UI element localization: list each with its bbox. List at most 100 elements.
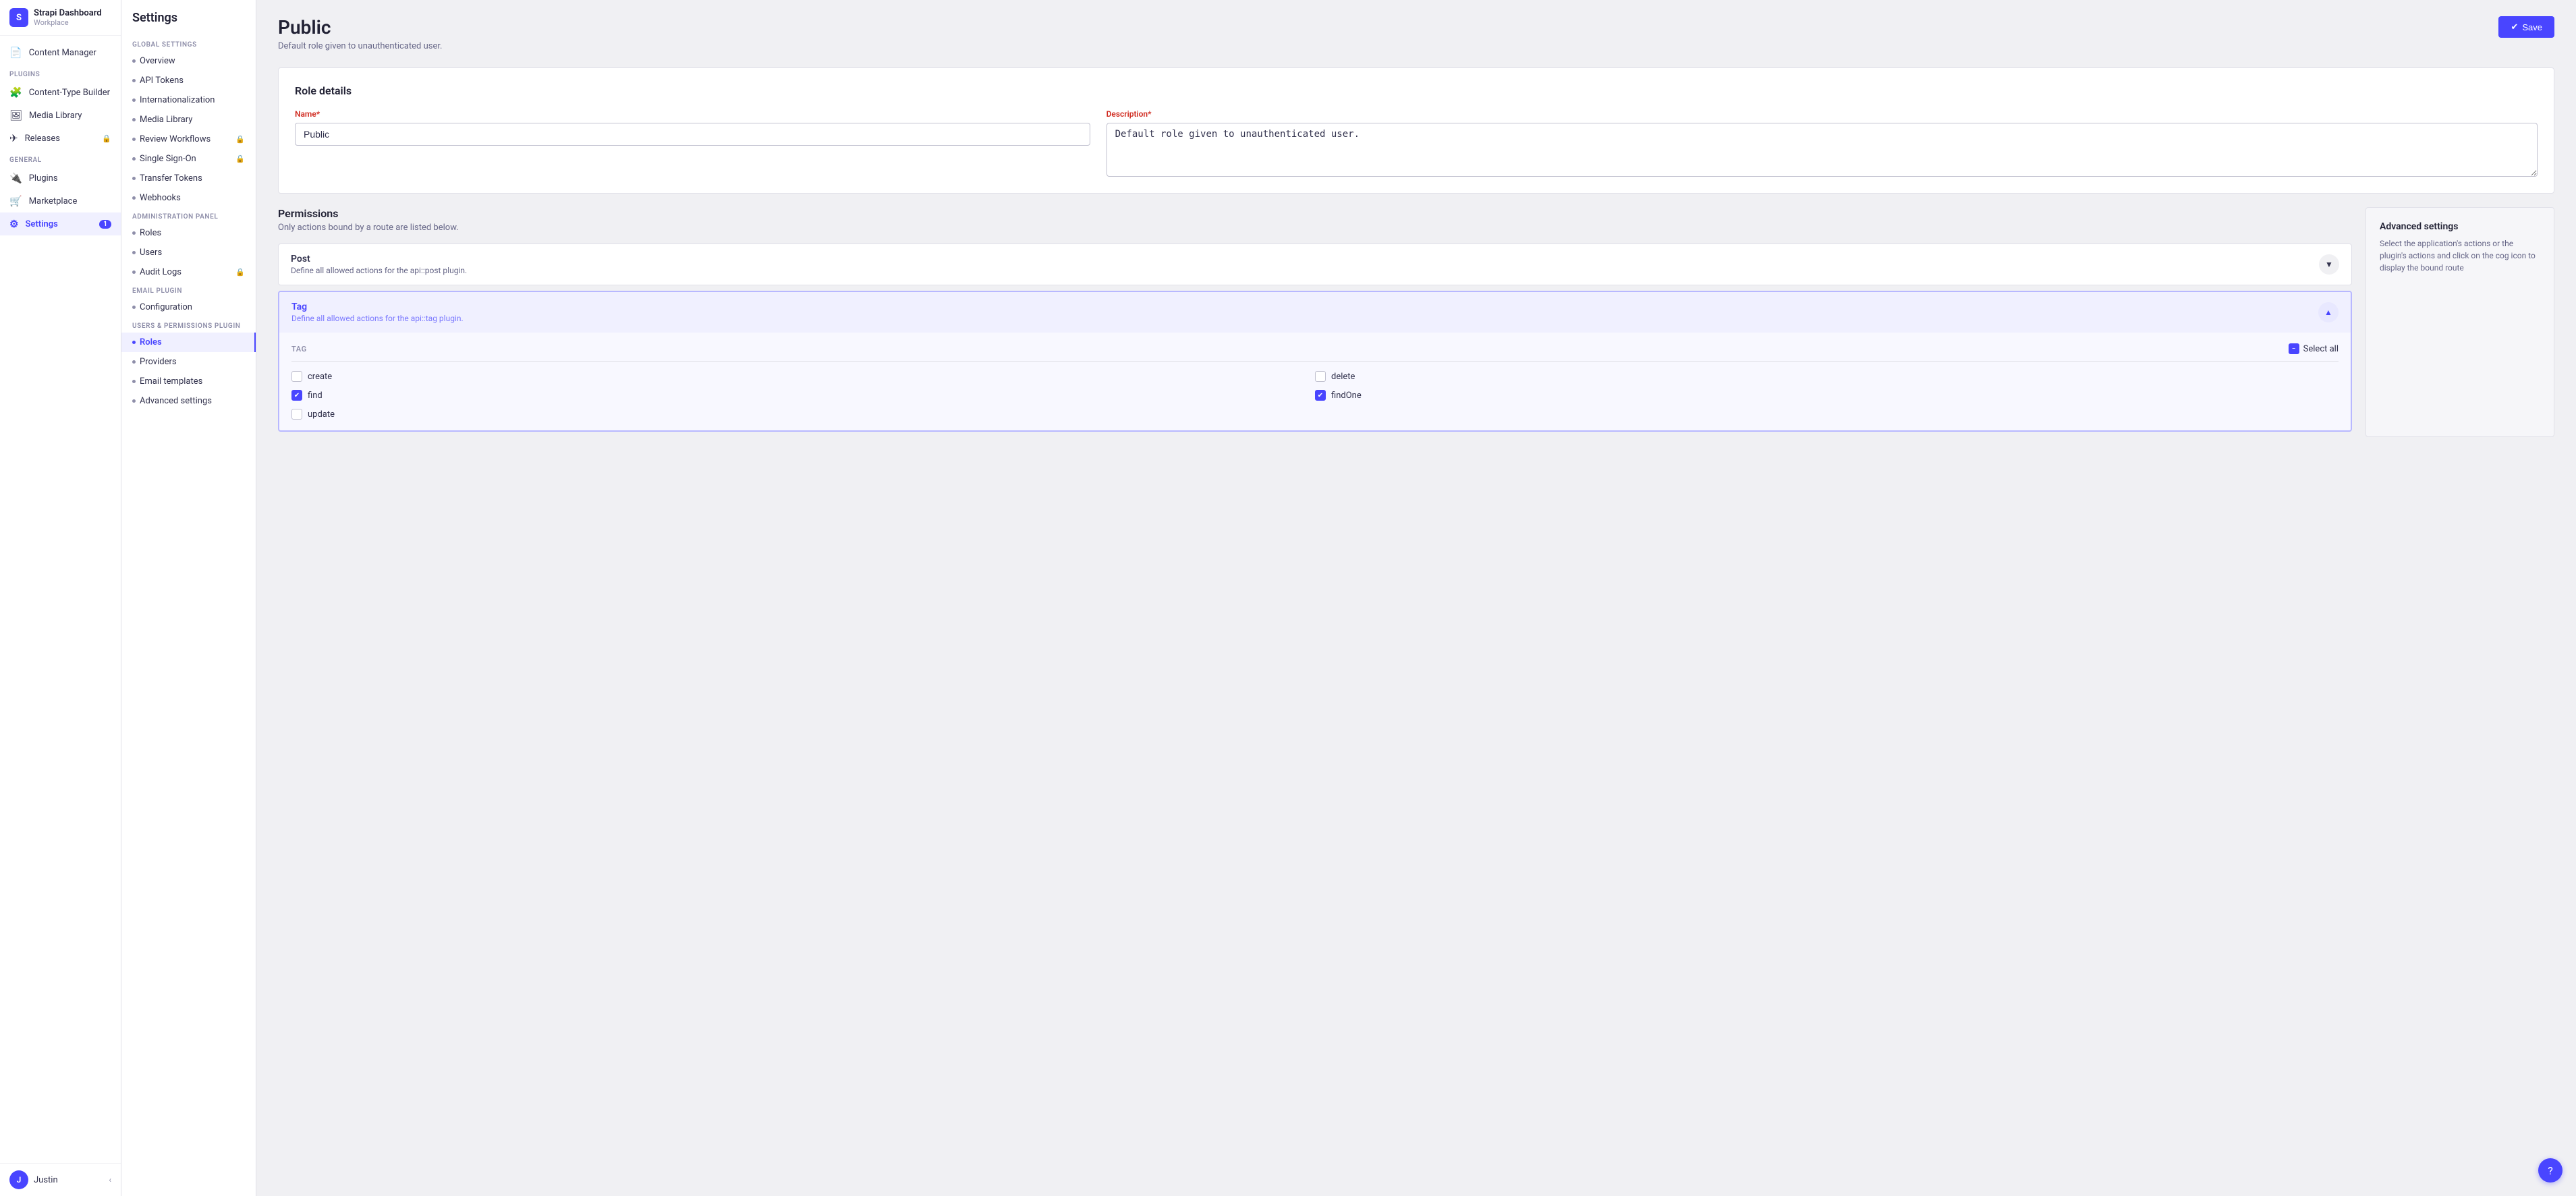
tag-subheader: TAG − Select all <box>291 343 2339 362</box>
description-group: Description* Default role given to unaut… <box>1107 109 2538 177</box>
advanced-settings-panel: Advanced settings Select the application… <box>2365 207 2554 437</box>
checkbox-delete[interactable] <box>1315 371 1326 382</box>
settings-item-media-library-s[interactable]: Media Library <box>121 110 256 130</box>
releases-icon: ✈ <box>9 132 18 144</box>
sidebar-brand-info: Strapi Dashboard Workplace <box>34 8 102 27</box>
dot-icon <box>132 341 136 344</box>
email-plugin-label: EMAIL PLUGIN <box>121 282 256 297</box>
sidebar-collapse-chevron[interactable]: ‹ <box>109 1175 111 1185</box>
page-title: Public <box>278 16 442 38</box>
settings-item-overview[interactable]: Overview <box>121 51 256 71</box>
checkbox-update[interactable] <box>291 409 302 420</box>
advanced-settings-title: Advanced settings <box>2380 221 2540 232</box>
settings-item-review-workflows[interactable]: Review Workflows 🔒 <box>121 130 256 149</box>
help-button[interactable]: ? <box>2538 1158 2563 1183</box>
select-all-button[interactable]: − Select all <box>2289 343 2339 354</box>
checkbox-item-findone: ✔ findOne <box>1315 390 2339 401</box>
dot-icon <box>132 251 136 254</box>
settings-item-webhooks[interactable]: Webhooks <box>121 188 256 208</box>
permissions-layout: Permissions Only actions bound by a rout… <box>278 207 2554 437</box>
post-permission-section: Post Define all allowed actions for the … <box>278 244 2352 285</box>
advanced-settings-desc: Select the application's actions or the … <box>2380 237 2540 274</box>
tag-checkboxes-grid: create delete ✔ find <box>291 371 2339 420</box>
post-desc: Define all allowed actions for the api::… <box>291 266 467 275</box>
dot-icon <box>132 360 136 364</box>
settings-item-users[interactable]: Users <box>121 243 256 262</box>
sidebar-logo: S <box>9 8 28 27</box>
plugins-icon: 🔌 <box>9 172 22 184</box>
sidebar-item-plugins[interactable]: 🔌 Plugins <box>0 167 121 190</box>
global-settings-label: GLOBAL SETTINGS <box>121 36 256 51</box>
role-details-card: Role details Name* Description* Default … <box>278 67 2554 194</box>
general-section-label: GENERAL <box>0 150 121 167</box>
post-header[interactable]: Post Define all allowed actions for the … <box>279 244 2351 285</box>
dot-icon <box>132 380 136 383</box>
dot-icon <box>132 270 136 274</box>
audit-logs-lock-icon: 🔒 <box>235 268 245 277</box>
settings-item-sso[interactable]: Single Sign-On 🔒 <box>121 149 256 169</box>
dot-icon <box>132 79 136 82</box>
dot-icon <box>132 196 136 200</box>
settings-item-up-roles[interactable]: Roles <box>121 333 256 352</box>
settings-item-api-tokens[interactable]: API Tokens <box>121 71 256 90</box>
tag-chevron-button[interactable]: ▲ <box>2318 302 2339 322</box>
plugins-section-label: PLUGINS <box>0 64 121 81</box>
checkbox-findone[interactable]: ✔ <box>1315 390 1326 401</box>
tag-header-text: Tag Define all allowed actions for the a… <box>291 302 464 323</box>
sidebar-item-releases[interactable]: ✈ Releases 🔒 <box>0 127 121 150</box>
dot-icon <box>132 399 136 403</box>
avatar: J <box>9 1170 28 1189</box>
dot-icon <box>132 118 136 121</box>
save-button[interactable]: ✔ Save <box>2498 16 2554 38</box>
dot-icon <box>132 98 136 102</box>
description-label: Description* <box>1107 109 2538 119</box>
settings-item-advanced-settings[interactable]: Advanced settings <box>121 391 256 411</box>
sidebar-item-media-library[interactable]: 🖼 Media Library <box>0 104 121 127</box>
releases-lock-icon: 🔒 <box>102 134 111 143</box>
settings-item-audit-logs[interactable]: Audit Logs 🔒 <box>121 262 256 282</box>
up-plugin-label: USERS & PERMISSIONS PLUGIN <box>121 317 256 333</box>
settings-item-providers[interactable]: Providers <box>121 352 256 372</box>
page-header: Public Default role given to unauthentic… <box>278 16 2554 51</box>
content-type-builder-icon: 🧩 <box>9 86 22 98</box>
tag-label: TAG <box>291 345 307 353</box>
sso-lock-icon: 🔒 <box>235 154 245 163</box>
brand-subtitle: Workplace <box>34 18 102 27</box>
post-header-text: Post Define all allowed actions for the … <box>291 254 467 275</box>
sidebar-item-settings[interactable]: ⚙ Settings 1 <box>0 212 121 235</box>
content-manager-icon: 📄 <box>9 47 22 59</box>
tag-header[interactable]: Tag Define all allowed actions for the a… <box>279 292 2351 333</box>
settings-panel: Settings GLOBAL SETTINGS Overview API To… <box>121 0 256 1196</box>
name-input[interactable] <box>295 123 1090 146</box>
checkbox-find[interactable]: ✔ <box>291 390 302 401</box>
description-input[interactable]: Default role given to unauthenticated us… <box>1107 123 2538 177</box>
tag-title: Tag <box>291 302 464 312</box>
sidebar-item-marketplace[interactable]: 🛒 Marketplace <box>0 190 121 212</box>
sidebar-item-content-manager[interactable]: 📄 Content Manager <box>0 41 121 64</box>
dot-icon <box>132 177 136 180</box>
main-content: Public Default role given to unauthentic… <box>256 0 2576 1196</box>
settings-item-configuration[interactable]: Configuration <box>121 297 256 317</box>
role-details-form: Name* Description* Default role given to… <box>295 109 2538 177</box>
select-all-checkbox[interactable]: − <box>2289 343 2299 354</box>
dot-icon <box>132 231 136 235</box>
checkbox-item-update: update <box>291 409 1315 420</box>
settings-item-roles[interactable]: Roles <box>121 223 256 243</box>
dot-icon <box>132 157 136 161</box>
sidebar-item-content-type-builder[interactable]: 🧩 Content-Type Builder <box>0 81 121 104</box>
checkbox-item-create: create <box>291 371 1315 382</box>
marketplace-icon: 🛒 <box>9 195 22 207</box>
checkbox-create[interactable] <box>291 371 302 382</box>
checkbox-item-delete: delete <box>1315 371 2339 382</box>
settings-item-internationalization[interactable]: Internationalization <box>121 90 256 110</box>
post-title: Post <box>291 254 467 264</box>
checkmark-icon: ✔ <box>2511 22 2518 32</box>
description-required: * <box>1148 109 1151 119</box>
dot-icon <box>132 138 136 141</box>
post-chevron-button[interactable]: ▼ <box>2319 254 2339 275</box>
settings-item-transfer-tokens[interactable]: Transfer Tokens <box>121 169 256 188</box>
sidebar-footer: J Justin ‹ <box>0 1163 121 1196</box>
settings-item-email-templates[interactable]: Email templates <box>121 372 256 391</box>
sidebar-nav: 📄 Content Manager PLUGINS 🧩 Content-Type… <box>0 36 121 1163</box>
page-title-group: Public Default role given to unauthentic… <box>278 16 442 51</box>
